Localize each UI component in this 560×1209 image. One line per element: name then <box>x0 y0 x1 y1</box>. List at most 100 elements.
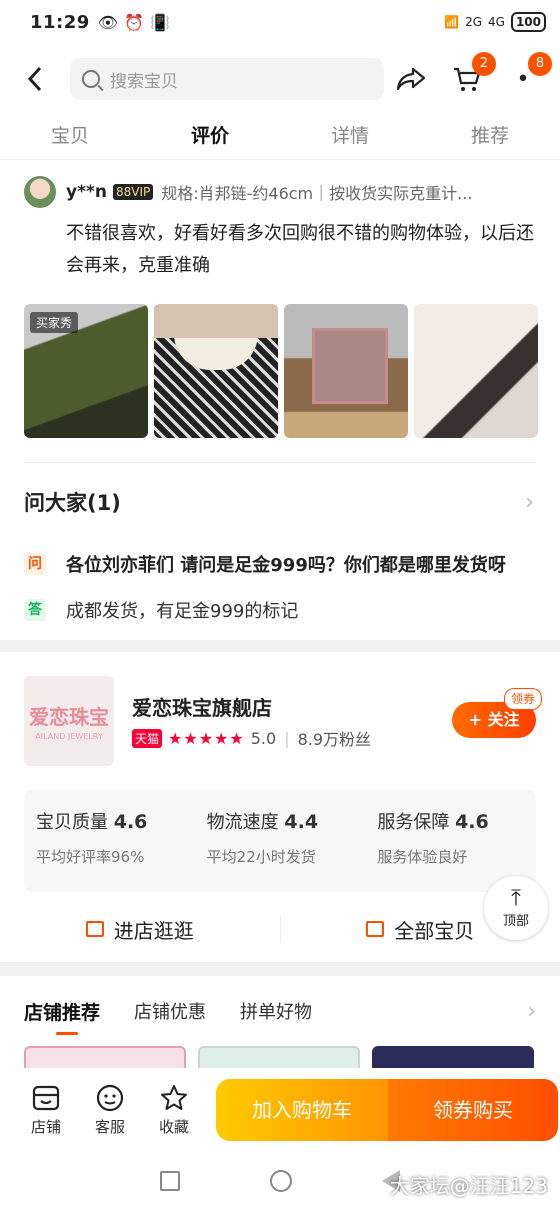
review-photo[interactable]: 买家秀 <box>24 304 148 438</box>
coupon-buy-button[interactable]: 领券购买 <box>388 1079 558 1141</box>
back-to-top-button[interactable]: ⤒ 顶部 <box>484 876 548 940</box>
meta-divider: | <box>284 728 290 748</box>
coupon-tag[interactable]: 领券 <box>503 688 542 710</box>
answer-tag: 答 <box>24 599 46 621</box>
question-tag: 问 <box>24 553 46 575</box>
arrow-up-icon: ⤒ <box>511 885 521 911</box>
shopping-bag-icon <box>85 921 104 937</box>
search-icon <box>82 70 100 88</box>
qa-section[interactable]: 问大家(1) › 问 各位刘亦菲们 请问是足金999吗？你们都是哪里发货呀 答 … <box>0 463 560 633</box>
bottom-action-bar: 店铺 客服 收藏 加入购物车 领券购买 <box>0 1068 560 1152</box>
cart-button[interactable]: 2 <box>450 52 496 96</box>
top-bar: 搜索宝贝 2 • 8 <box>0 44 560 114</box>
tab-item[interactable]: 宝贝 <box>0 114 140 159</box>
shop-card: 爱恋珠宝 AILAND JEWELRY 爱恋珠宝旗舰店 天猫 ★★★★★ 5.0… <box>0 652 560 962</box>
product-tabs: 宝贝 评价 详情 推荐 <box>0 114 560 160</box>
tab-recommend[interactable]: 推荐 <box>420 114 560 159</box>
tab-group-buy[interactable]: 拼单好物 <box>240 998 312 1024</box>
eye-icon: 👁 <box>97 12 119 32</box>
score-value: 4.4 <box>284 811 319 833</box>
customer-service-button[interactable]: 客服 <box>78 1084 142 1137</box>
score-logistics: 物流速度 4.4 平均22小时发货 <box>195 790 366 892</box>
share-icon <box>396 67 426 91</box>
shop-nav-label: 店铺 <box>30 1117 61 1136</box>
shop-scores: 宝贝质量 4.6 平均好评率96% 物流速度 4.4 平均22小时发货 服务保障… <box>24 790 536 892</box>
score-value: 4.6 <box>455 811 489 833</box>
more-icon: • <box>516 66 530 92</box>
search-placeholder: 搜索宝贝 <box>110 71 178 92</box>
shop-logo-cn: 爱恋珠宝 <box>29 705 109 729</box>
qa-title: 问大家(1) <box>24 491 121 515</box>
shop-nav-button[interactable]: 店铺 <box>14 1084 78 1137</box>
recent-apps-icon[interactable] <box>160 1170 180 1191</box>
chevron-right-icon[interactable]: › <box>527 999 536 1024</box>
avatar <box>24 176 56 208</box>
network-2g-label: 2G <box>465 15 482 29</box>
status-bar: 11:29 👁 ⏰ 📳 📶 2G 4G 100 <box>0 0 560 44</box>
tmall-badge: 天猫 <box>132 728 163 748</box>
review-spec: 规格:肖邦链-约46cm｜按收货实际克重计... <box>161 184 473 203</box>
vibrate-icon: 📳 <box>150 12 170 32</box>
cart-badge: 2 <box>472 52 496 76</box>
enter-shop-label: 进店逛逛 <box>113 918 194 943</box>
tab-shop-discount[interactable]: 店铺优惠 <box>134 998 206 1024</box>
review-username: y**n <box>66 182 107 202</box>
shop-name[interactable]: 爱恋珠宝旗舰店 <box>132 692 272 721</box>
share-button[interactable] <box>394 62 428 96</box>
tab-details[interactable]: 详情 <box>280 114 420 159</box>
alarm-icon: ⏰ <box>124 12 145 32</box>
score-label: 服务保障 <box>377 812 450 833</box>
review-photos: 买家秀 <box>24 304 538 438</box>
favorite-label: 收藏 <box>158 1117 189 1136</box>
enter-shop-button[interactable]: 进店逛逛 <box>0 906 280 952</box>
tab-shop-recommend[interactable]: 店铺推荐 <box>24 998 100 1035</box>
shop-fans: 8.9万粉丝 <box>297 730 372 749</box>
favorite-button[interactable]: 收藏 <box>142 1084 206 1137</box>
more-badge: 8 <box>528 52 552 76</box>
all-items-label: 全部宝贝 <box>394 918 475 943</box>
question-text: 各位刘亦菲们 请问是足金999吗？你们都是哪里发货呀 <box>66 555 506 576</box>
score-sub: 服务体验良好 <box>377 848 468 866</box>
wifi-icon: 📶 <box>444 15 460 29</box>
review-photo[interactable] <box>154 304 278 438</box>
watermark: 大家坛@汪汪123 <box>389 1174 548 1198</box>
network-4g-label: 4G <box>488 15 505 29</box>
recommend-section: 店铺推荐 店铺优惠 拼单好物 › <box>0 976 560 1072</box>
qa-answer: 答 成都发货，有足金999的标记 <box>0 587 560 633</box>
qa-question: 问 各位刘亦菲们 请问是足金999吗？你们都是哪里发货呀 <box>0 541 560 587</box>
store-icon <box>366 921 385 937</box>
battery-icon: 100 <box>510 12 546 32</box>
more-button[interactable]: • 8 <box>506 52 552 96</box>
review-photo[interactable] <box>284 304 408 438</box>
back-to-top-label: 顶部 <box>502 913 529 929</box>
score-label: 物流速度 <box>206 812 279 833</box>
store-icon <box>32 1085 60 1110</box>
home-icon[interactable] <box>270 1169 292 1192</box>
buyer-show-tag: 买家秀 <box>30 312 79 333</box>
tab-reviews[interactable]: 评价 <box>140 114 280 159</box>
add-to-cart-button[interactable]: 加入购物车 <box>216 1079 388 1141</box>
vip-badge: 88VIP <box>112 184 154 200</box>
answer-text: 成都发货，有足金999的标记 <box>66 601 299 622</box>
shop-logo[interactable]: 爱恋珠宝 AILAND JEWELRY <box>24 676 114 766</box>
score-sub: 平均好评率96% <box>36 848 145 866</box>
chevron-right-icon: › <box>525 489 534 515</box>
status-time: 11:29 <box>30 11 90 33</box>
score-sub: 平均22小时发货 <box>206 848 316 866</box>
review-section: y**n 88VIP 规格:肖邦链-约46cm｜按收货实际克重计... 不错很喜… <box>0 160 560 640</box>
review-text: 不错很喜欢，好看好看多次回购很不错的购物体验，以后还会再来，克重准确 <box>66 223 534 276</box>
shop-rating: 5.0 <box>250 728 277 748</box>
star-rating-icon: ★★★★★ <box>168 728 245 748</box>
search-input[interactable]: 搜索宝贝 <box>70 58 384 100</box>
shop-logo-en: AILAND JEWELRY <box>35 732 103 741</box>
review-photo[interactable] <box>414 304 538 438</box>
customer-service-label: 客服 <box>94 1117 125 1136</box>
chat-face-icon <box>96 1084 124 1111</box>
star-icon <box>161 1084 187 1110</box>
product-review-page: 11:29 👁 ⏰ 📳 📶 2G 4G 100 搜索宝贝 2 • 8 宝贝 评价… <box>0 0 560 1209</box>
score-label: 宝贝质量 <box>36 812 108 833</box>
score-value: 4.6 <box>113 811 148 833</box>
score-quality: 宝贝质量 4.6 平均好评率96% <box>24 790 195 892</box>
back-button[interactable] <box>0 66 70 92</box>
chevron-left-icon <box>27 66 42 92</box>
